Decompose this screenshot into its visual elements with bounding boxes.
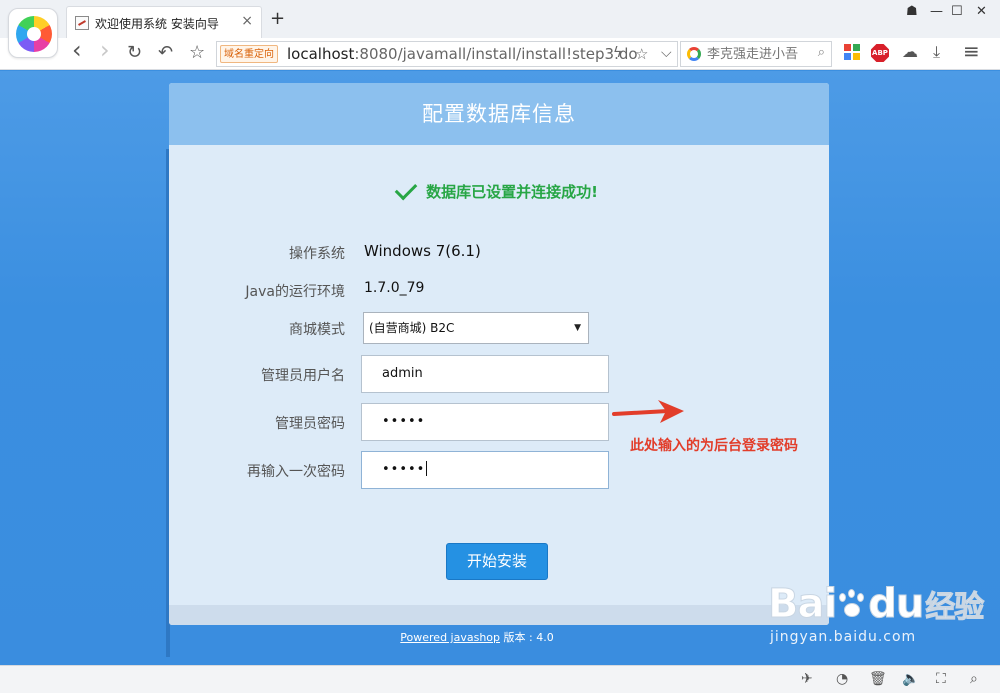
back-button[interactable]: ‹: [72, 38, 82, 62]
confirm-password-field[interactable]: •••••: [361, 451, 609, 489]
redirect-badge: 域名重定向: [220, 45, 278, 63]
download-icon[interactable]: ⤓: [933, 42, 940, 62]
skin-icon[interactable]: ☗: [906, 4, 918, 19]
maximize-button[interactable]: ☐: [951, 4, 963, 19]
minimize-button[interactable]: —: [930, 4, 943, 19]
search-input[interactable]: [707, 45, 811, 63]
trash-icon[interactable]: 🗑: [869, 671, 887, 687]
address-bar[interactable]: 域名重定向 localhost:8080/javamall/install/in…: [216, 41, 678, 67]
sound-icon[interactable]: 🔈: [902, 671, 919, 687]
baidu-paw-icon: [836, 589, 868, 621]
speed-icon[interactable]: ◔: [836, 671, 848, 687]
admin-username-label: 管理员用户名: [261, 368, 345, 384]
adblock-icon[interactable]: ABP: [871, 44, 889, 62]
tab-close-icon[interactable]: ×: [241, 13, 253, 29]
new-tab-button[interactable]: +: [270, 8, 285, 29]
annotation-arrow-icon: [612, 400, 684, 423]
admin-password-field[interactable]: •••••: [361, 403, 609, 441]
admin-username-field[interactable]: admin: [361, 355, 609, 393]
chevron-down-icon: ▼: [574, 323, 581, 333]
mall-mode-select[interactable]: (自营商城) B2C ▼: [363, 312, 589, 344]
zoom-icon[interactable]: ⌕: [970, 671, 978, 687]
menu-icon[interactable]: ≡: [963, 39, 980, 63]
powered-link[interactable]: Powered javashop: [400, 631, 500, 644]
java-value: 1.7.0_79: [364, 280, 425, 296]
browser-tabbar: 欢迎使用系统 安装向导 × + ☗ — ☐ ✕: [0, 0, 1000, 58]
card-header: 配置数据库信息: [169, 83, 829, 145]
search-icon[interactable]: ⌕: [818, 45, 825, 60]
browser-tab[interactable]: 欢迎使用系统 安装向导 ×: [66, 6, 262, 38]
page-favicon-icon: [75, 16, 89, 30]
browser-navbar: ‹ › ↻ ↶ ☆ 域名重定向 localhost:8080/javamall/…: [0, 38, 1000, 70]
address-dropdown-icon[interactable]: ⌵: [661, 45, 672, 61]
install-card: 配置数据库信息 数据库已设置并连接成功! 操作系统 Windows 7(6.1)…: [169, 83, 829, 625]
apps-grid-icon[interactable]: [844, 44, 860, 60]
tab-title: 欢迎使用系统 安装向导: [95, 17, 219, 31]
os-value: Windows 7(6.1): [364, 242, 481, 260]
reload-button[interactable]: ↻: [127, 42, 142, 64]
lightning-icon[interactable]: ϟ: [613, 45, 622, 61]
fullscreen-icon[interactable]: ⛶: [936, 671, 946, 687]
success-message: 数据库已设置并连接成功!: [169, 177, 829, 202]
annotation-text: 此处输入的为后台登录密码: [630, 438, 798, 454]
os-label: 操作系统: [289, 246, 345, 262]
start-install-button[interactable]: 开始安装: [446, 543, 548, 580]
java-label: Java的运行环境: [245, 284, 345, 300]
search-box[interactable]: ⌕: [680, 41, 832, 67]
confirm-password-label: 再输入一次密码: [247, 464, 345, 480]
baidu-jingyan-watermark: Bai du经验 jingyan.baidu.com: [767, 581, 984, 646]
browser-logo-icon[interactable]: [8, 8, 58, 58]
pin-icon[interactable]: ✈: [801, 671, 813, 687]
search-engine-icon[interactable]: [687, 47, 701, 61]
checkmark-icon: [394, 177, 418, 201]
browser-statusbar: ✈ ◔ 🗑 🔈 ⛶ ⌕: [0, 665, 1000, 693]
close-window-button[interactable]: ✕: [976, 4, 987, 19]
favorite-icon[interactable]: ☆: [189, 42, 205, 64]
forward-button[interactable]: ›: [100, 38, 110, 62]
admin-password-label: 管理员密码: [275, 416, 345, 432]
page-title: 配置数据库信息: [422, 102, 576, 126]
undo-close-button[interactable]: ↶: [158, 42, 173, 64]
address-url[interactable]: localhost:8080/javamall/install/install!…: [287, 45, 638, 63]
mode-label: 商城模式: [289, 322, 345, 338]
bookmark-star-icon[interactable]: ☆: [635, 45, 648, 63]
cloud-icon[interactable]: ☁: [902, 42, 918, 61]
page-background: 配置数据库信息 数据库已设置并连接成功! 操作系统 Windows 7(6.1)…: [0, 71, 1000, 665]
